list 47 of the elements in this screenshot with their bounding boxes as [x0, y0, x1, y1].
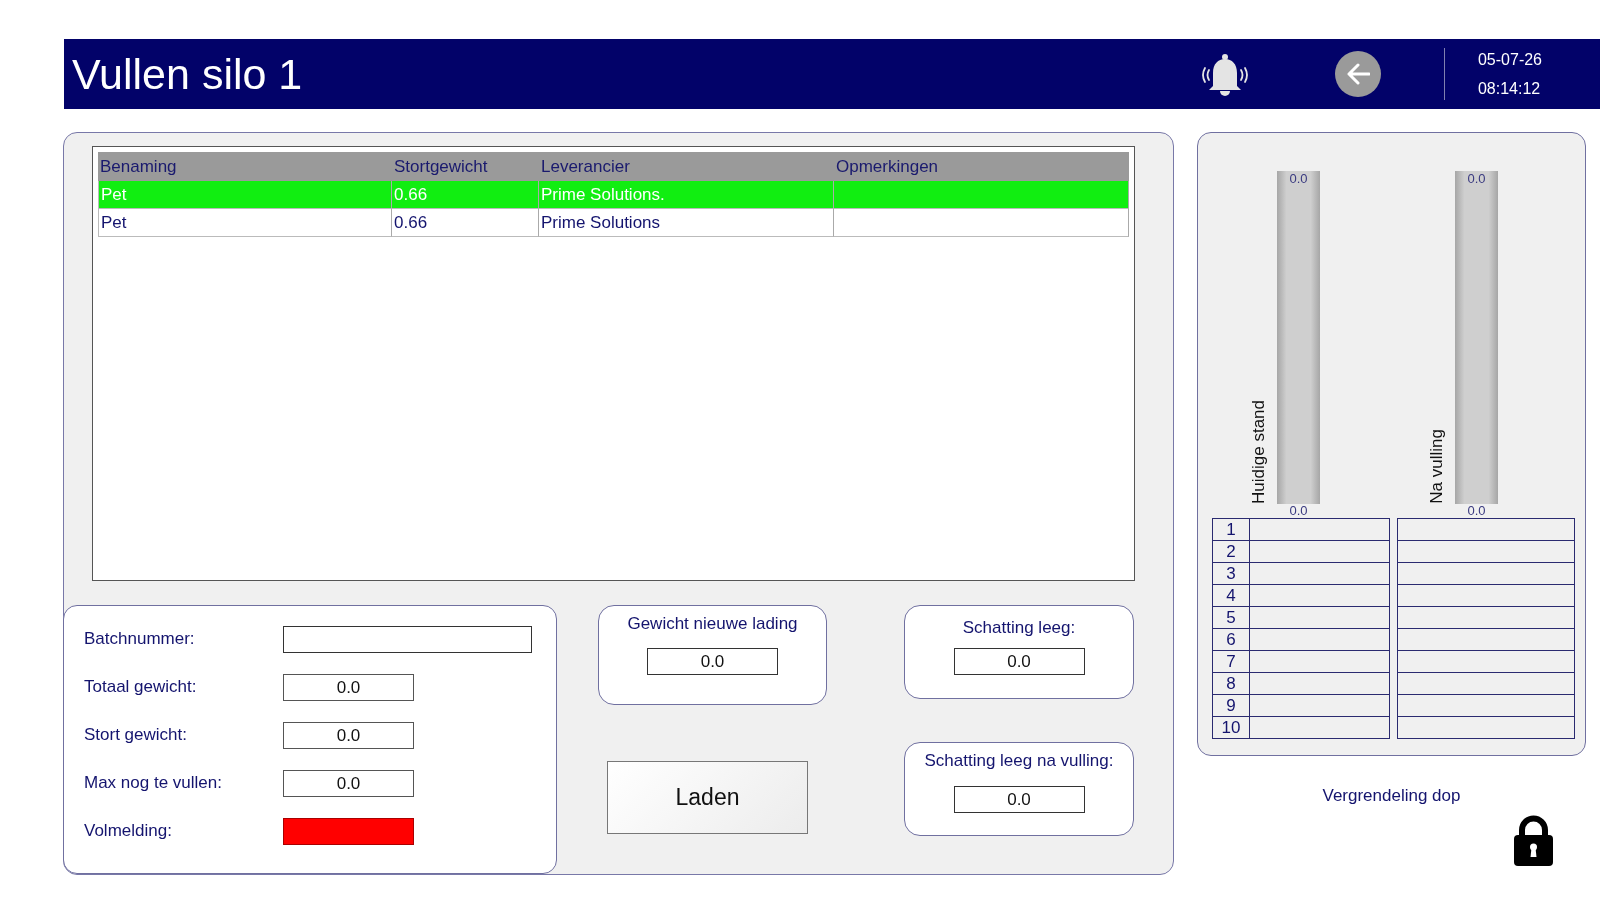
- padlock-closed-icon[interactable]: [1512, 815, 1555, 866]
- field-label: Max nog te vullen:: [84, 773, 223, 793]
- gauge-label: Huidige stand: [1249, 400, 1269, 504]
- scale-max-label: 0.0: [1289, 172, 1308, 186]
- arrow-left-icon: [1345, 63, 1370, 85]
- row-number: 5: [1213, 607, 1250, 628]
- field-label: Batchnummer:: [84, 629, 196, 649]
- field-label: Schatting leeg:: [962, 618, 1076, 638]
- row-number: 1: [1213, 519, 1250, 540]
- field-label: Gewicht nieuwe lading: [627, 614, 798, 634]
- input-field[interactable]: 0.0: [647, 648, 778, 675]
- table-cell: Pet: [98, 209, 392, 237]
- input-field[interactable]: 0.0: [283, 721, 414, 749]
- gauge-label: Na vulling: [1427, 429, 1447, 504]
- scale-min-label: 0.0: [1467, 504, 1486, 518]
- column-header: Stortgewicht: [393, 156, 489, 178]
- row-number: 2: [1213, 541, 1250, 562]
- field-label: Stort gewicht:: [84, 725, 188, 745]
- table-cell: Prime Solutions: [539, 209, 834, 237]
- input-field[interactable]: 0.0: [953, 648, 1085, 675]
- row-number: 3: [1213, 563, 1250, 584]
- row-number: 7: [1213, 651, 1250, 672]
- input-field[interactable]: [283, 625, 532, 653]
- row-number: 8: [1213, 673, 1250, 694]
- load-button[interactable]: Laden: [607, 761, 808, 834]
- input-field[interactable]: 0.0: [953, 786, 1085, 813]
- row-number: 4: [1213, 585, 1250, 606]
- screen-title: Vullen silo 1: [72, 52, 303, 96]
- column-header: Opmerkingen: [835, 156, 940, 178]
- column-header: Benaming: [99, 156, 178, 178]
- back-button[interactable]: [1334, 51, 1381, 97]
- table-cell: 0.66: [392, 209, 539, 237]
- field-label: Volmelding:: [84, 821, 173, 841]
- lock-label: Vergrendeling dop: [1322, 786, 1461, 806]
- row-number: 6: [1213, 629, 1250, 650]
- input-field[interactable]: 0.0: [283, 673, 414, 701]
- input-field[interactable]: 0.0: [283, 769, 414, 797]
- date-text: 05-07-26: [1477, 50, 1542, 69]
- row-number: 9: [1213, 695, 1250, 716]
- scale-max-label: 0.0: [1467, 172, 1486, 186]
- row-number: 10: [1213, 717, 1250, 738]
- column-header: Leverancier: [540, 156, 631, 178]
- table-row[interactable]: Pet 0.66 Prime Solutions: [98, 209, 1129, 237]
- field-label: Totaal gewicht:: [84, 677, 198, 697]
- field-label: Schatting leeg na vulling:: [924, 751, 1114, 771]
- time-text: 08:14:12: [1477, 79, 1542, 98]
- scale-min-label: 0.0: [1289, 504, 1308, 518]
